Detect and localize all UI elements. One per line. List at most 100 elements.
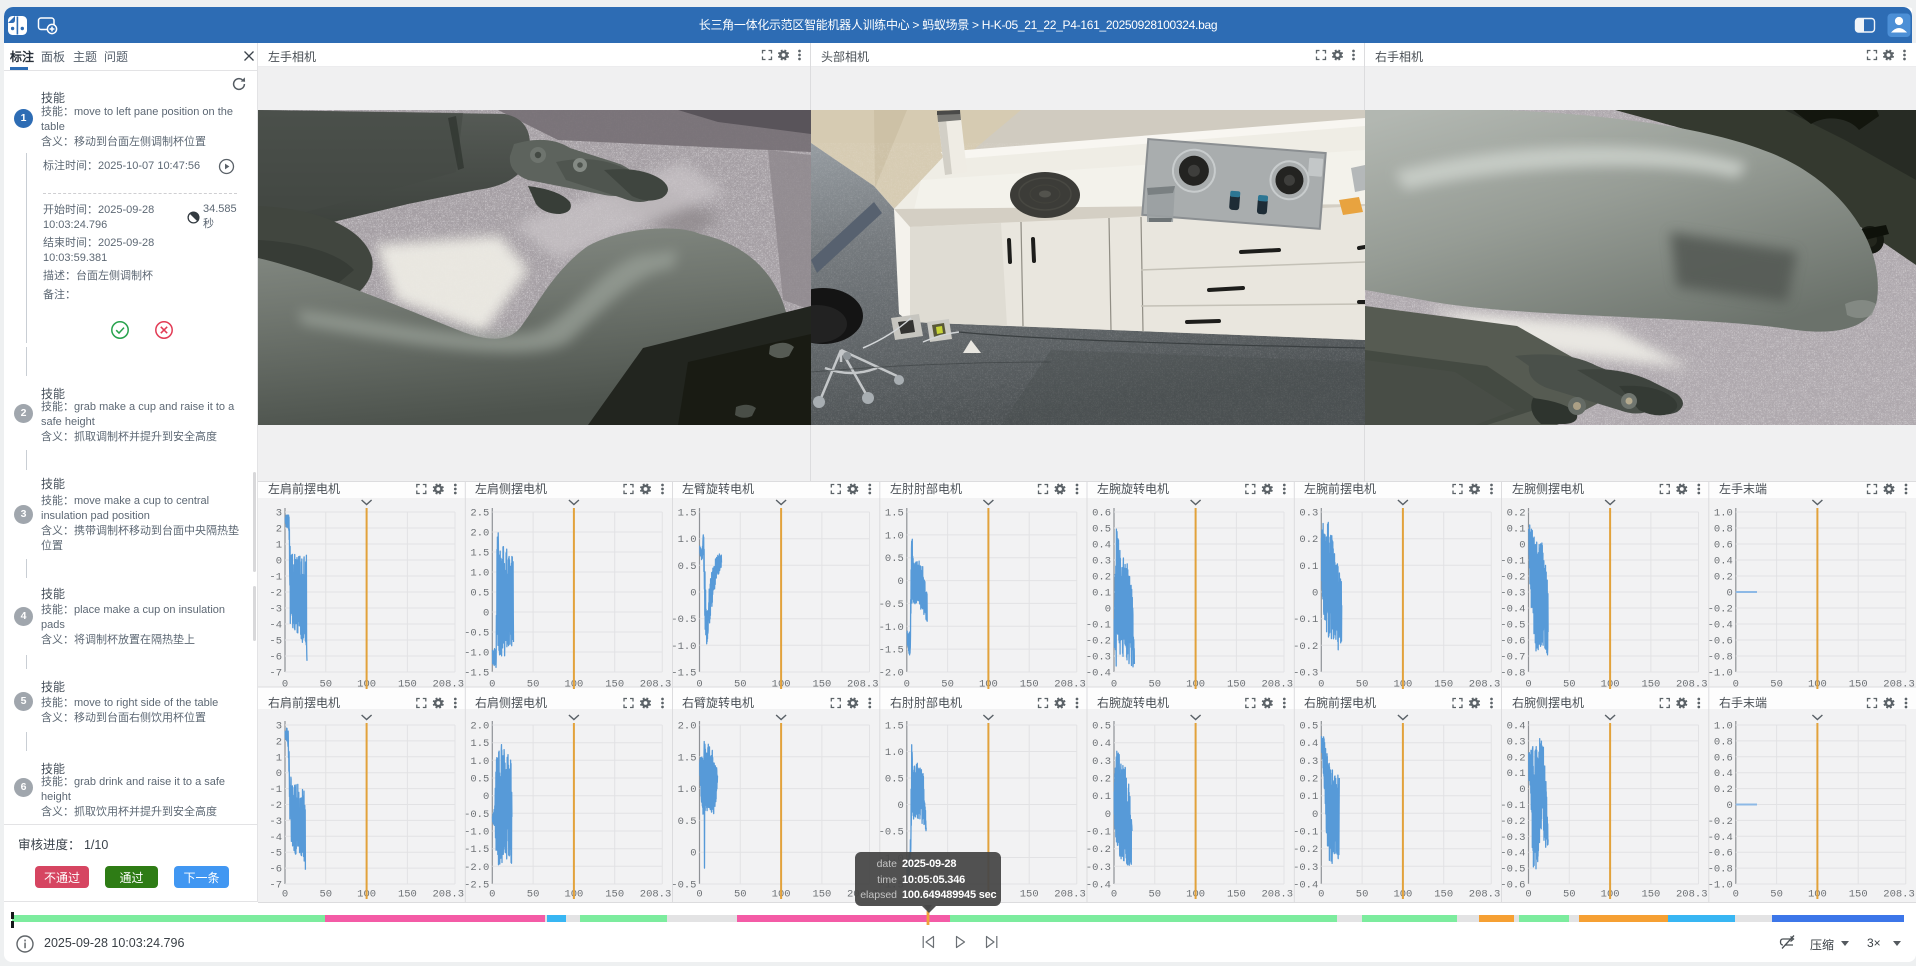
svg-text:0.1: 0.1 — [1092, 791, 1111, 803]
svg-text:-0.2: -0.2 — [1086, 844, 1111, 856]
svg-text:右肩前摆电机: 右肩前摆电机 — [268, 695, 340, 710]
svg-text:0.3: 0.3 — [1092, 756, 1111, 768]
svg-text:-0.2: -0.2 — [1293, 641, 1318, 653]
svg-text:0: 0 — [1726, 800, 1732, 812]
svg-text:1.0: 1.0 — [678, 534, 697, 546]
svg-text:-0.6: -0.6 — [1500, 880, 1525, 892]
svg-text:0.5: 0.5 — [1092, 721, 1111, 733]
svg-text:50: 50 — [1148, 889, 1161, 901]
svg-text:0: 0 — [690, 588, 696, 600]
svg-text:2.0: 2.0 — [678, 721, 697, 733]
svg-text:右肘肘部电机: 右肘肘部电机 — [890, 695, 962, 710]
svg-text:-0.3: -0.3 — [1293, 862, 1318, 874]
svg-text:左腕侧摆电机: 左腕侧摆电机 — [1512, 481, 1584, 496]
svg-text:208.3: 208.3 — [432, 679, 464, 691]
svg-text:左臂旋转电机: 左臂旋转电机 — [682, 481, 754, 496]
svg-text:0.5: 0.5 — [1299, 721, 1318, 733]
svg-text:0.4: 0.4 — [1092, 540, 1111, 552]
svg-text:50: 50 — [1356, 889, 1369, 901]
svg-text:-0.6: -0.6 — [1500, 636, 1525, 648]
svg-text:-6: -6 — [269, 652, 282, 664]
svg-text:1.5: 1.5 — [885, 721, 904, 733]
svg-text:0: 0 — [1525, 679, 1531, 691]
svg-text:150: 150 — [1849, 889, 1868, 901]
svg-text:0.4: 0.4 — [1714, 768, 1733, 780]
svg-text:0.2: 0.2 — [1714, 572, 1733, 584]
svg-text:-0.5: -0.5 — [1500, 620, 1525, 632]
svg-text:0.8: 0.8 — [1714, 736, 1733, 748]
svg-text:右腕前摆电机: 右腕前摆电机 — [1304, 695, 1376, 710]
svg-text:-2.0: -2.0 — [464, 862, 489, 874]
svg-text:150: 150 — [1434, 889, 1453, 901]
svg-text:-0.2: -0.2 — [1293, 844, 1318, 856]
svg-text:-0.5: -0.5 — [464, 809, 489, 821]
svg-text:208.3: 208.3 — [1469, 679, 1501, 691]
svg-text:-0.2: -0.2 — [1708, 604, 1733, 616]
svg-text:2.5: 2.5 — [470, 508, 489, 520]
svg-text:208.3: 208.3 — [1676, 889, 1708, 901]
svg-text:0: 0 — [1312, 809, 1318, 821]
svg-text:-0.2: -0.2 — [1708, 816, 1733, 828]
svg-text:1.5: 1.5 — [678, 752, 697, 764]
svg-text:0.2: 0.2 — [1507, 508, 1526, 520]
svg-text:-2.0: -2.0 — [879, 668, 904, 680]
svg-text:1.0: 1.0 — [885, 747, 904, 759]
svg-text:50: 50 — [527, 889, 540, 901]
svg-text:0.4: 0.4 — [1092, 738, 1111, 750]
svg-text:1.0: 1.0 — [1714, 508, 1733, 520]
svg-text:-0.5: -0.5 — [671, 614, 696, 626]
svg-text:0.2: 0.2 — [1299, 774, 1318, 786]
svg-text:左手末端: 左手末端 — [1719, 481, 1767, 496]
svg-text:150: 150 — [1020, 889, 1039, 901]
svg-text:0: 0 — [282, 679, 288, 691]
svg-text:1.0: 1.0 — [1714, 721, 1733, 733]
svg-text:-0.4: -0.4 — [1293, 880, 1318, 892]
svg-text:-0.5: -0.5 — [671, 880, 696, 892]
svg-text:0: 0 — [1111, 679, 1117, 691]
svg-text:1.5: 1.5 — [470, 738, 489, 750]
svg-text:-2.5: -2.5 — [464, 880, 489, 892]
svg-text:208.3: 208.3 — [1469, 889, 1501, 901]
svg-text:150: 150 — [1849, 679, 1868, 691]
svg-text:-0.6: -0.6 — [1708, 848, 1733, 860]
svg-text:0: 0 — [897, 800, 903, 812]
svg-text:-7: -7 — [269, 880, 282, 892]
svg-text:0: 0 — [1525, 889, 1531, 901]
svg-text:-0.8: -0.8 — [1708, 652, 1733, 664]
svg-text:-0.4: -0.4 — [1708, 620, 1733, 632]
svg-text:0: 0 — [696, 889, 702, 901]
svg-text:0.5: 0.5 — [470, 774, 489, 786]
svg-text:0.6: 0.6 — [1714, 752, 1733, 764]
svg-text:-0.4: -0.4 — [1086, 880, 1111, 892]
svg-text:-6: -6 — [269, 864, 282, 876]
svg-text:150: 150 — [812, 889, 831, 901]
svg-text:-0.3: -0.3 — [1293, 668, 1318, 680]
svg-text:0.3: 0.3 — [1092, 556, 1111, 568]
svg-text:50: 50 — [1770, 889, 1783, 901]
svg-text:150: 150 — [812, 679, 831, 691]
svg-text:-0.4: -0.4 — [1500, 848, 1525, 860]
svg-text:208.3: 208.3 — [1054, 679, 1086, 691]
svg-text:0: 0 — [690, 848, 696, 860]
svg-text:50: 50 — [1770, 679, 1783, 691]
svg-text:-3: -3 — [269, 604, 282, 616]
svg-text:-0.4: -0.4 — [1086, 668, 1111, 680]
svg-text:50: 50 — [1563, 679, 1576, 691]
svg-text:150: 150 — [1020, 679, 1039, 691]
svg-text:右腕旋转电机: 右腕旋转电机 — [1097, 695, 1169, 710]
svg-text:0.4: 0.4 — [1714, 556, 1733, 568]
svg-text:0.1: 0.1 — [1507, 524, 1526, 536]
svg-text:50: 50 — [1148, 679, 1161, 691]
svg-text:-0.3: -0.3 — [1086, 652, 1111, 664]
svg-text:0.2: 0.2 — [1299, 534, 1318, 546]
svg-text:-0.8: -0.8 — [1708, 864, 1733, 876]
svg-text:0: 0 — [897, 576, 903, 588]
svg-text:-0.2: -0.2 — [1500, 816, 1525, 828]
svg-text:150: 150 — [1434, 679, 1453, 691]
svg-text:208.3: 208.3 — [1261, 889, 1293, 901]
svg-text:-1.0: -1.0 — [879, 622, 904, 634]
svg-text:-0.4: -0.4 — [1708, 832, 1733, 844]
svg-text:-4: -4 — [269, 620, 282, 632]
svg-text:0: 0 — [276, 556, 282, 568]
svg-text:1.5: 1.5 — [470, 548, 489, 560]
